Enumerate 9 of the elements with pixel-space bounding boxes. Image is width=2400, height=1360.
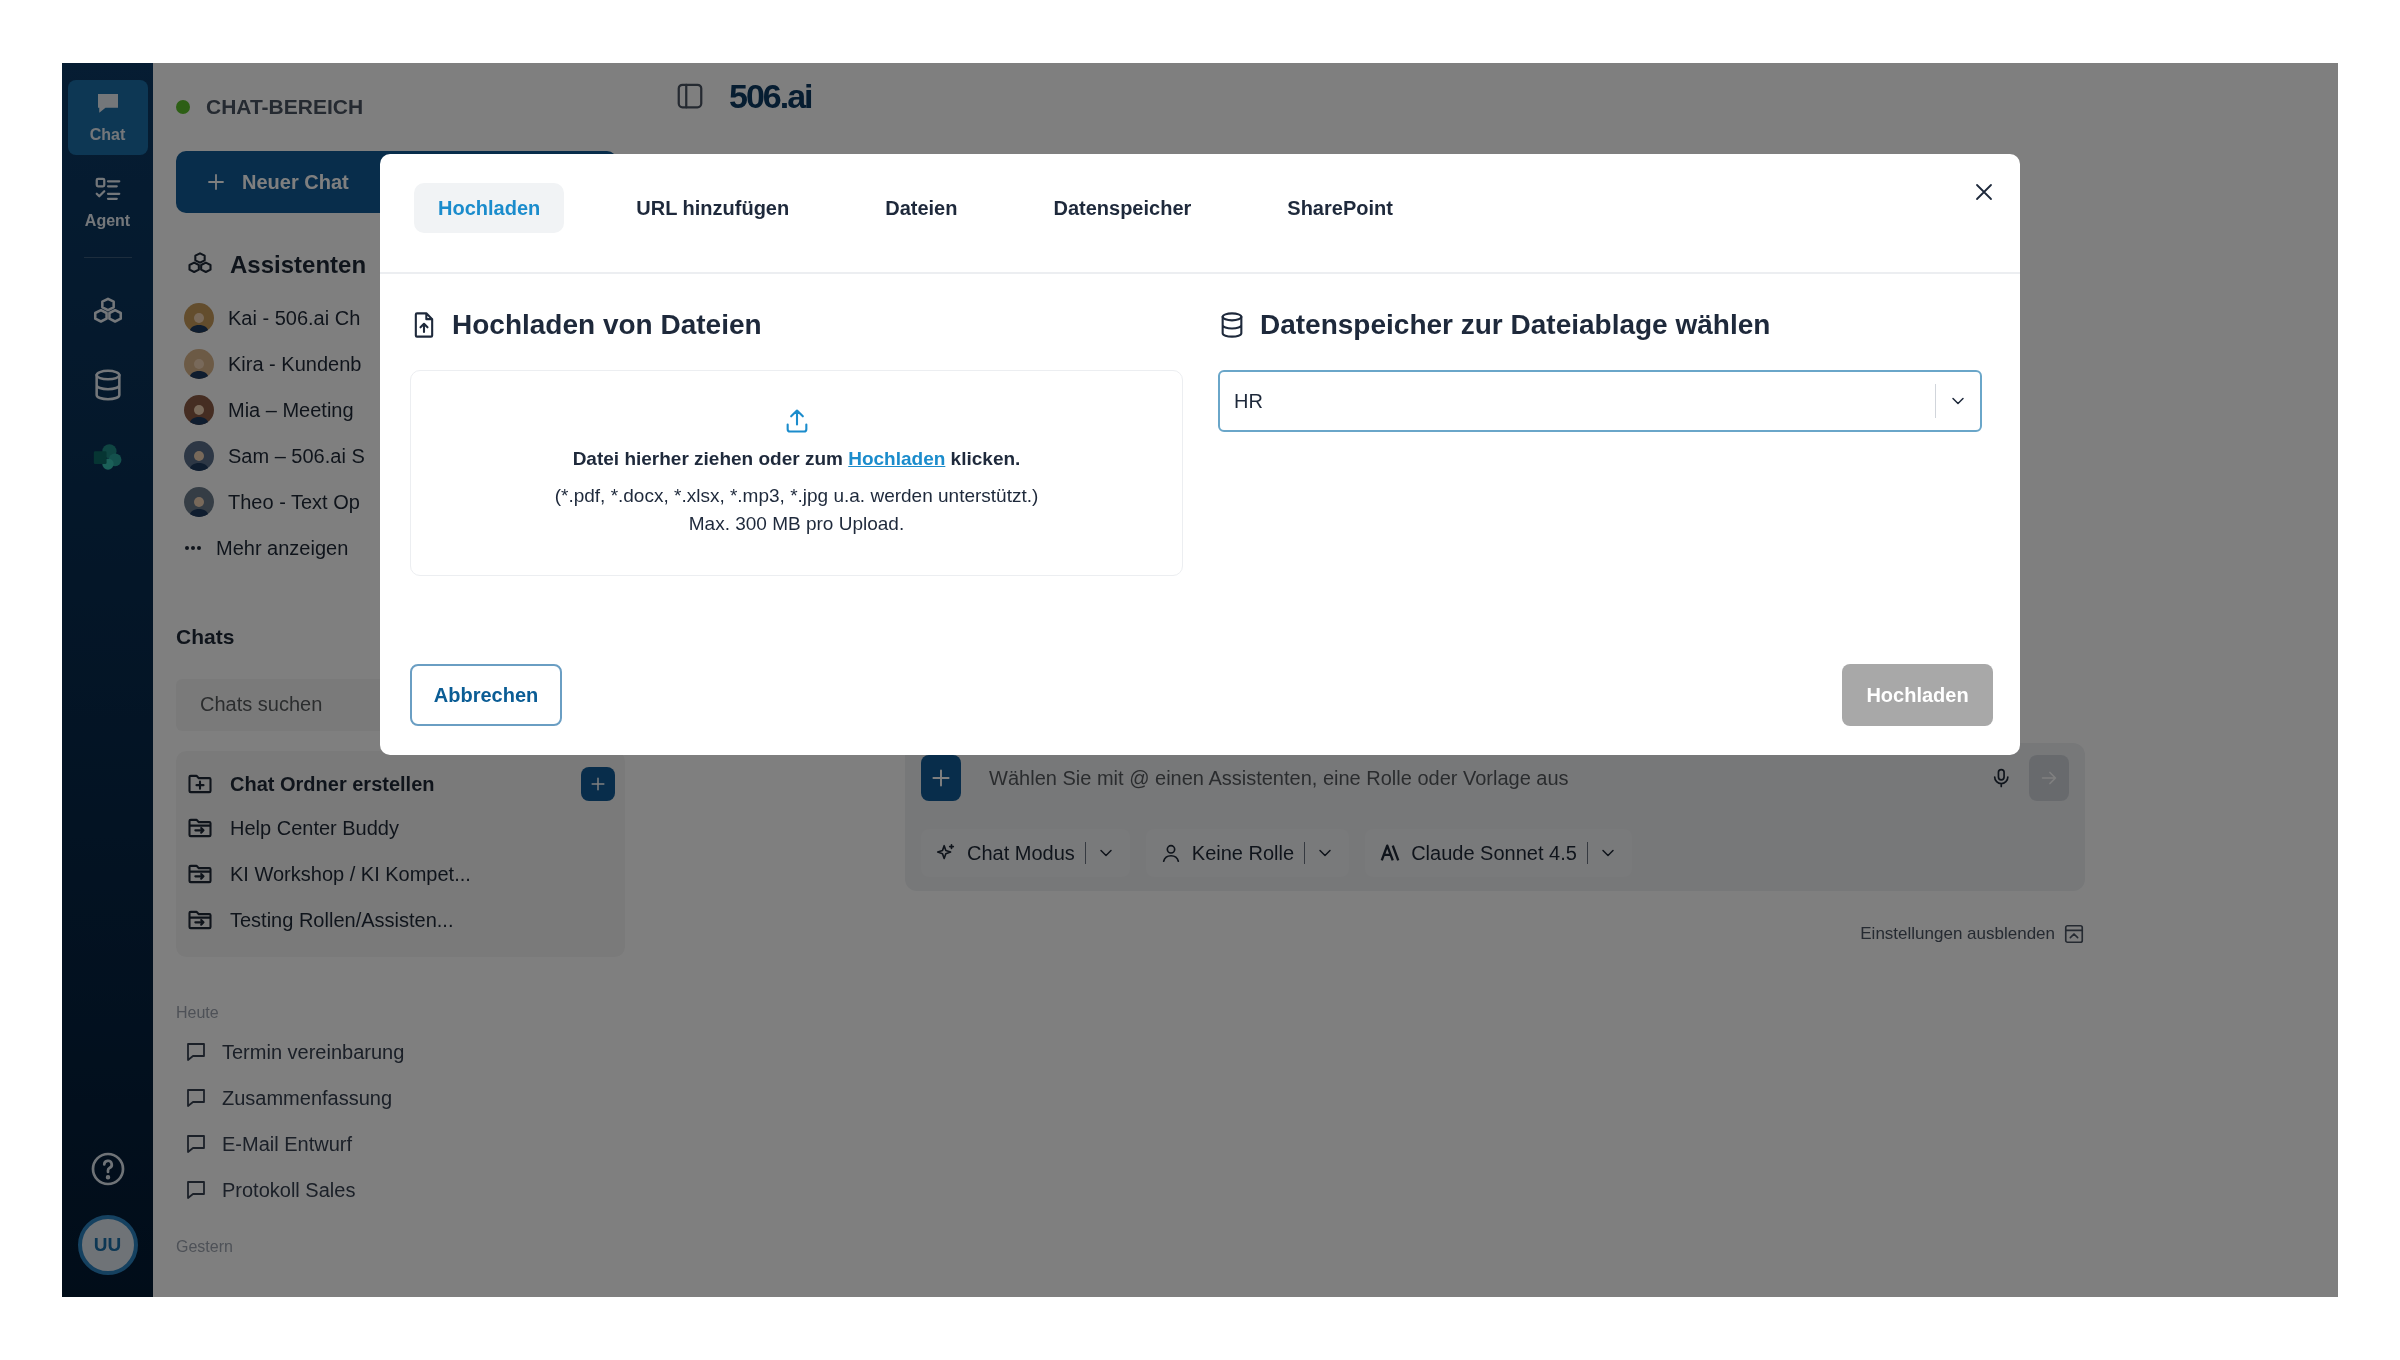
section-title: Chats	[176, 624, 236, 650]
area-title: CHAT-BEREICH	[206, 94, 364, 121]
upload-instruction: Datei hierher ziehen oder zum Hochladen klicken.	[572, 447, 1021, 472]
format-hint: (*.pdf, *.docx, *.xlsx, *.mp3, *.jpg u.a. werden unterstützt.)	[554, 483, 1039, 508]
section-title: Assistenten	[230, 250, 367, 280]
section-title: Hochladen von Dateien	[452, 308, 762, 342]
brand-logo: 506.ai	[729, 75, 812, 117]
size-limit-hint: Max. 300 MB pro Upload.	[688, 512, 905, 537]
section-title: Datenspeicher zur Dateiablage wählen	[1260, 308, 1771, 342]
